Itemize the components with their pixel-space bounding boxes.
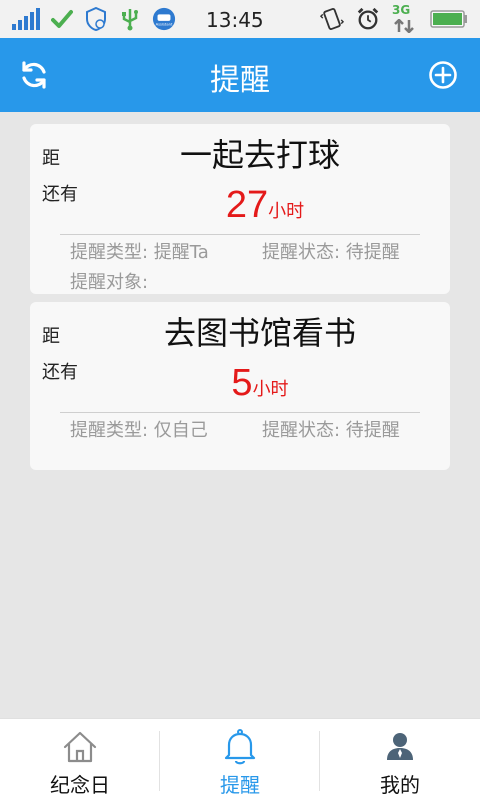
reminder-title: 去图书馆看书 xyxy=(163,314,356,352)
status-right-icons: 3G xyxy=(320,3,468,33)
nav-label: 提醒 xyxy=(220,773,260,797)
reminder-title: 一起去打球 xyxy=(179,136,340,174)
nav-item-anniversary[interactable]: 纪念日 xyxy=(0,719,160,801)
countdown-unit: 小时 xyxy=(268,201,305,222)
add-circle-icon xyxy=(429,61,457,89)
reminder-type: 提醒类型: 仅自己 xyxy=(70,420,208,441)
network-3g-label: 3G xyxy=(392,3,411,17)
reminder-type: 提醒类型: 提醒Ta xyxy=(70,242,209,263)
status-time: 13:45 xyxy=(206,8,264,32)
assistant-text: Assistant xyxy=(156,22,173,26)
divider xyxy=(60,412,420,413)
nav-label: 纪念日 xyxy=(50,773,110,797)
reminder-card[interactable]: 距 还有 一起去打球 27小时 提醒类型: 提醒Ta 提醒状态: 待提醒 提醒对… xyxy=(30,124,450,294)
countdown: 27小时 xyxy=(30,184,450,227)
countdown-number: 5 xyxy=(231,362,253,404)
reminder-card[interactable]: 距 还有 去图书馆看书 5小时 提醒类型: 仅自己 提醒状态: 待提醒 xyxy=(30,302,450,470)
network-3g-icon: 3G xyxy=(392,3,418,33)
countdown-unit: 小时 xyxy=(252,379,289,400)
nav-item-reminder[interactable]: 提醒 xyxy=(160,719,320,801)
bottom-nav: 纪念日 提醒 我的 xyxy=(0,718,480,801)
page-title: 提醒 xyxy=(210,63,270,98)
divider xyxy=(60,234,420,235)
vibrate-icon xyxy=(320,7,344,31)
usb-icon xyxy=(118,7,142,31)
reminder-status: 提醒状态: 待提醒 xyxy=(262,242,400,263)
alarm-icon xyxy=(356,7,380,31)
shield-icon xyxy=(84,7,108,31)
add-button[interactable] xyxy=(428,60,458,90)
reminder-target: 提醒对象: xyxy=(70,272,149,293)
countdown: 5小时 xyxy=(30,362,450,405)
check-icon xyxy=(50,7,74,31)
assistant-icon: Assistant xyxy=(152,7,176,31)
battery-icon xyxy=(430,10,468,28)
status-bar: Assistant 13:45 3G xyxy=(0,0,480,38)
title-bar: 提醒 xyxy=(0,38,480,112)
user-icon xyxy=(387,733,413,760)
nav-item-mine[interactable]: 我的 xyxy=(320,719,480,801)
home-icon xyxy=(63,731,97,763)
reminder-status: 提醒状态: 待提醒 xyxy=(262,420,400,441)
nav-label: 我的 xyxy=(380,773,420,797)
countdown-number: 27 xyxy=(225,184,269,226)
signal-icon xyxy=(12,8,40,30)
status-left-icons: Assistant xyxy=(12,7,176,31)
bell-icon xyxy=(224,729,256,765)
